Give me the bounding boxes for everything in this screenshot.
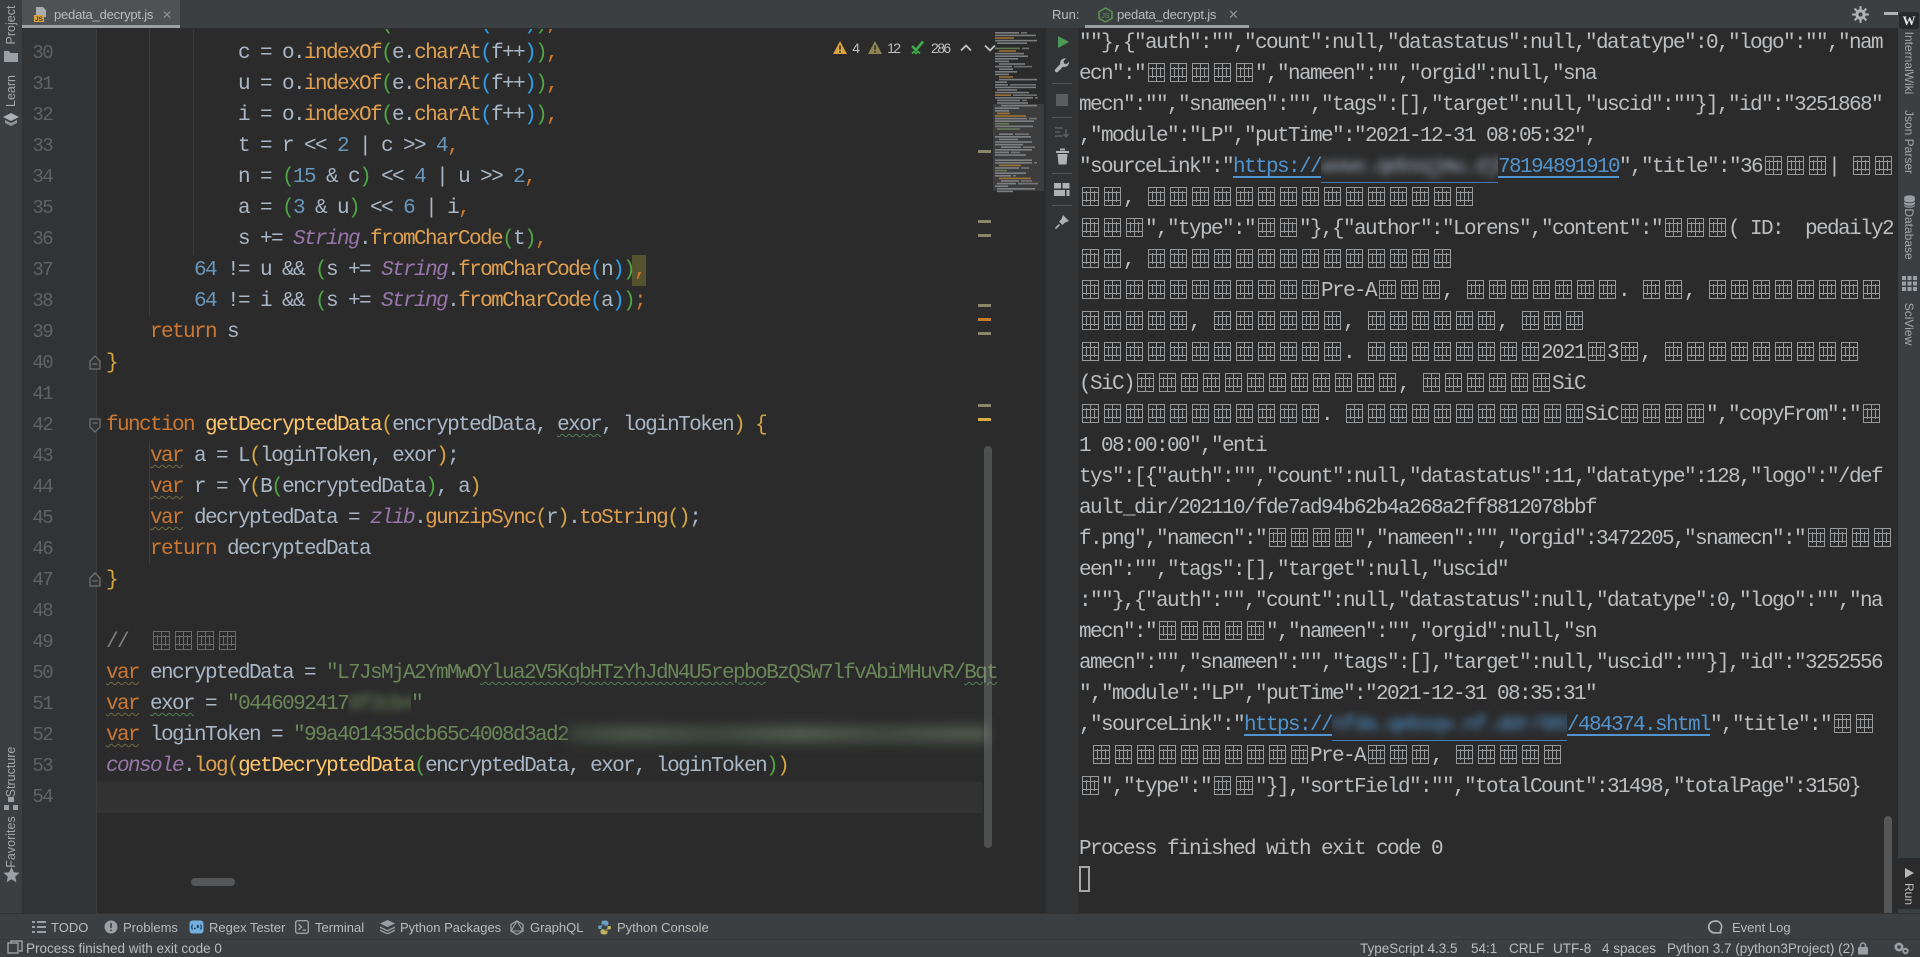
svg-text:JS: JS <box>35 16 44 23</box>
svg-text:JS: JS <box>1101 13 1110 20</box>
